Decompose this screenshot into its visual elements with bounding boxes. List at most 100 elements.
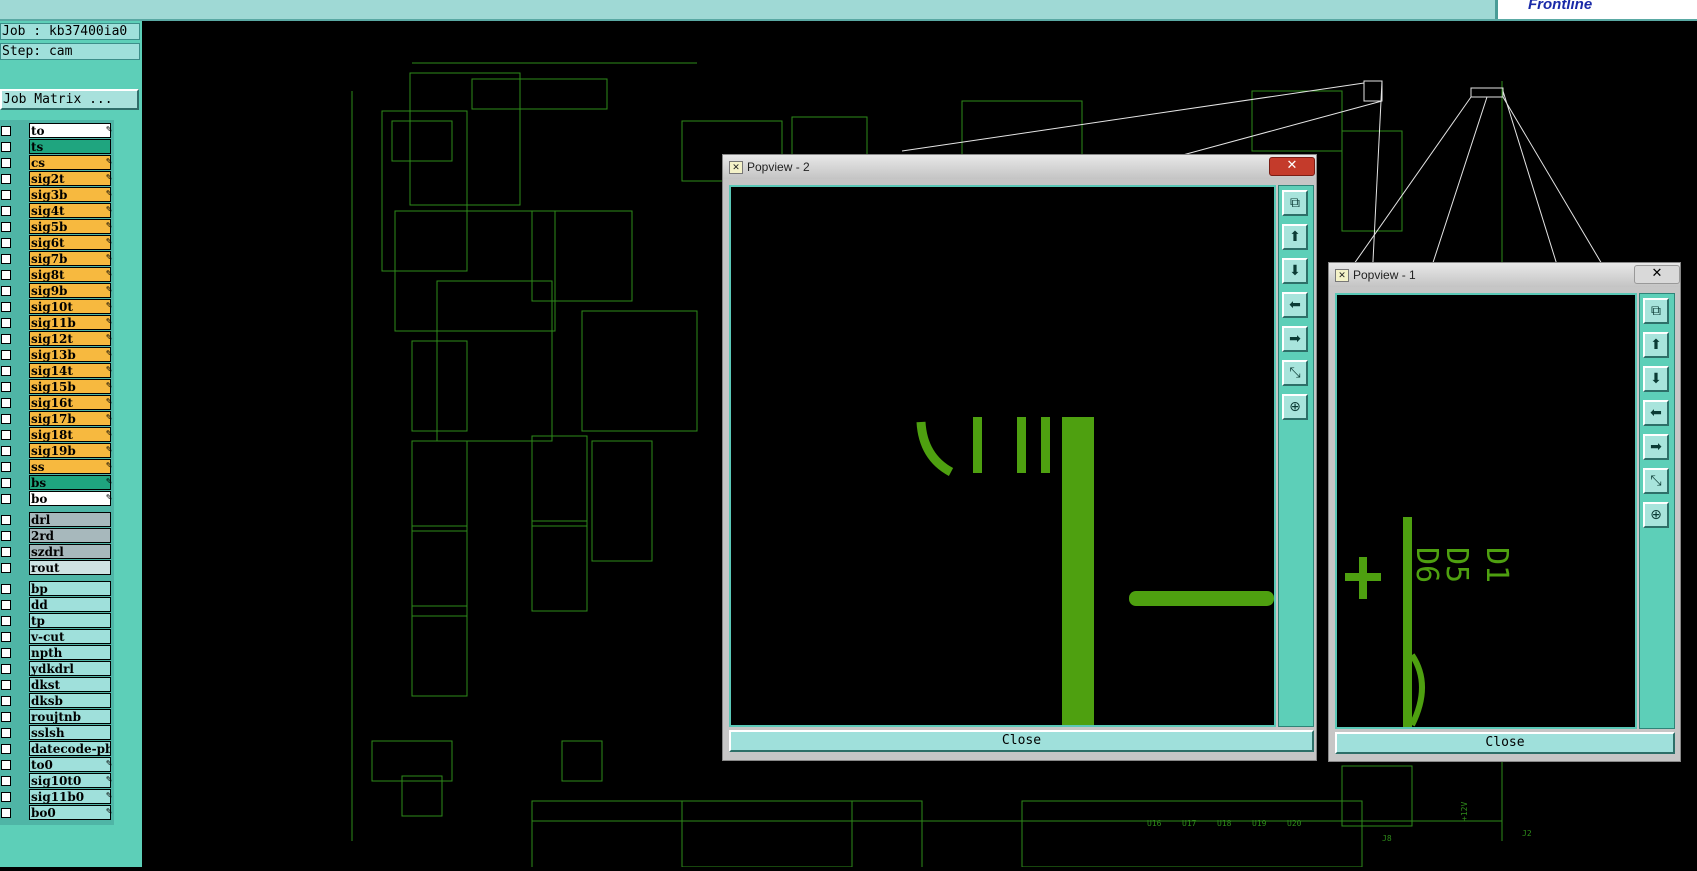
layer-label[interactable]: sig2t (29, 171, 111, 186)
layer-label[interactable]: sig9b (29, 283, 111, 298)
layer-checkbox[interactable] (1, 446, 11, 456)
layer-label[interactable]: bo0 (29, 805, 111, 820)
layer-label[interactable]: rout (29, 560, 111, 575)
layer-checkbox[interactable] (1, 776, 11, 786)
layer-label[interactable]: ss (29, 459, 111, 474)
pan-down-icon[interactable]: ⬇ (1282, 258, 1308, 284)
layer-label[interactable]: sig14t (29, 363, 111, 378)
layer-row-szdrl[interactable]: szdrl (0, 544, 114, 560)
layer-checkbox[interactable] (1, 648, 11, 658)
layer-checkbox[interactable] (1, 174, 11, 184)
layer-label[interactable]: dksb (29, 693, 111, 708)
layer-label[interactable]: sig8t (29, 267, 111, 282)
layer-row-sig16t[interactable]: sig16t ✎ (0, 395, 114, 411)
layer-label[interactable]: 2rd (29, 528, 111, 543)
layer-checkbox[interactable] (1, 712, 11, 722)
layer-checkbox[interactable] (1, 664, 11, 674)
layer-label[interactable]: bs (29, 475, 111, 490)
pan-right-icon[interactable]: ➡ (1643, 434, 1669, 460)
layer-row-sig5b[interactable]: sig5b ✎ (0, 219, 114, 235)
layer-checkbox[interactable] (1, 563, 11, 573)
layer-row-sig19b[interactable]: sig19b ✎ (0, 443, 114, 459)
popview-1-close-x-button[interactable]: ✕ (1634, 265, 1680, 284)
layer-row-ss[interactable]: ss ✎ (0, 459, 114, 475)
layer-checkbox[interactable] (1, 478, 11, 488)
layer-label[interactable]: drl (29, 512, 111, 527)
layer-row-sig15b[interactable]: sig15b ✎ (0, 379, 114, 395)
layer-row-sig10t0[interactable]: sig10t0 ✎ (0, 773, 114, 789)
layer-row-dksb[interactable]: dksb (0, 693, 114, 709)
layer-checkbox[interactable] (1, 632, 11, 642)
layer-label[interactable]: sig5b (29, 219, 111, 234)
layer-label[interactable]: sig10t (29, 299, 111, 314)
layer-checkbox[interactable] (1, 398, 11, 408)
pan-left-icon[interactable]: ⬅ (1282, 292, 1308, 318)
layer-label[interactable]: sig6t (29, 235, 111, 250)
layer-checkbox[interactable] (1, 531, 11, 541)
layer-checkbox[interactable] (1, 350, 11, 360)
layer-checkbox[interactable] (1, 414, 11, 424)
layer-label[interactable]: cs (29, 155, 111, 170)
popview-1-titlebar[interactable]: ✕ Popview - 1 ✕ (1329, 263, 1680, 287)
layer-checkbox[interactable] (1, 270, 11, 280)
layer-checkbox[interactable] (1, 382, 11, 392)
layer-label[interactable]: sig3b (29, 187, 111, 202)
layer-row-bs[interactable]: bs ✎ (0, 475, 114, 491)
layer-label[interactable]: roujtnb (29, 709, 111, 724)
layer-row-sslsh[interactable]: sslsh (0, 725, 114, 741)
layer-row-drl[interactable]: drl (0, 512, 114, 528)
layer-checkbox[interactable] (1, 744, 11, 754)
layer-label[interactable]: datecode-pbo (29, 741, 111, 756)
popview-2-titlebar[interactable]: ✕ Popview - 2 ✕ (723, 155, 1316, 179)
layer-row-roujtnb[interactable]: roujtnb (0, 709, 114, 725)
layer-checkbox[interactable] (1, 547, 11, 557)
layer-row-cs[interactable]: cs ✎ (0, 155, 114, 171)
pan-up-icon[interactable]: ⬆ (1282, 224, 1308, 250)
layer-label[interactable]: dd (29, 597, 111, 612)
zoom-fit-icon[interactable]: ⧉ (1282, 190, 1308, 216)
layer-label[interactable]: sig13b (29, 347, 111, 362)
layer-row-sig17b[interactable]: sig17b ✎ (0, 411, 114, 427)
layer-row-bo[interactable]: bo ✎ (0, 491, 114, 507)
pan-left-icon[interactable]: ⬅ (1643, 400, 1669, 426)
layer-row-bo0[interactable]: bo0 ✎ (0, 805, 114, 821)
layer-label[interactable]: v-cut (29, 629, 111, 644)
layer-checkbox[interactable] (1, 515, 11, 525)
pan-up-icon[interactable]: ⬆ (1643, 332, 1669, 358)
layer-checkbox[interactable] (1, 126, 11, 136)
layer-row-sig4t[interactable]: sig4t ✎ (0, 203, 114, 219)
layer-row-sig14t[interactable]: sig14t ✎ (0, 363, 114, 379)
layer-checkbox[interactable] (1, 286, 11, 296)
layer-row-v-cut[interactable]: v-cut (0, 629, 114, 645)
layer-label[interactable]: sig15b (29, 379, 111, 394)
layer-row-sig8t[interactable]: sig8t ✎ (0, 267, 114, 283)
layer-label[interactable]: sig17b (29, 411, 111, 426)
layer-label[interactable]: sig19b (29, 443, 111, 458)
popview-2-close-button[interactable]: Close (729, 730, 1314, 752)
layer-checkbox[interactable] (1, 334, 11, 344)
layer-row-sig13b[interactable]: sig13b ✎ (0, 347, 114, 363)
layer-row-sig3b[interactable]: sig3b ✎ (0, 187, 114, 203)
layer-label[interactable]: bp (29, 581, 111, 596)
layer-checkbox[interactable] (1, 696, 11, 706)
layer-checkbox[interactable] (1, 728, 11, 738)
layer-checkbox[interactable] (1, 760, 11, 770)
layer-label[interactable]: tp (29, 613, 111, 628)
layer-checkbox[interactable] (1, 190, 11, 200)
layer-row-to[interactable]: to ✎ (0, 123, 114, 139)
layer-checkbox[interactable] (1, 792, 11, 802)
layer-checkbox[interactable] (1, 254, 11, 264)
layer-checkbox[interactable] (1, 808, 11, 818)
layer-row-sig12t[interactable]: sig12t ✎ (0, 331, 114, 347)
layer-label[interactable]: sig11b0 (29, 789, 111, 804)
layer-checkbox[interactable] (1, 616, 11, 626)
layer-checkbox[interactable] (1, 494, 11, 504)
layer-checkbox[interactable] (1, 680, 11, 690)
layer-label[interactable]: npth (29, 645, 111, 660)
layer-row-sig10t[interactable]: sig10t ✎ (0, 299, 114, 315)
popview-2-viewport[interactable] (729, 185, 1276, 727)
layer-label[interactable]: sig7b (29, 251, 111, 266)
popview-2-close-x-button[interactable]: ✕ (1269, 157, 1315, 176)
layer-row-rout[interactable]: rout (0, 560, 114, 576)
layer-checkbox[interactable] (1, 318, 11, 328)
